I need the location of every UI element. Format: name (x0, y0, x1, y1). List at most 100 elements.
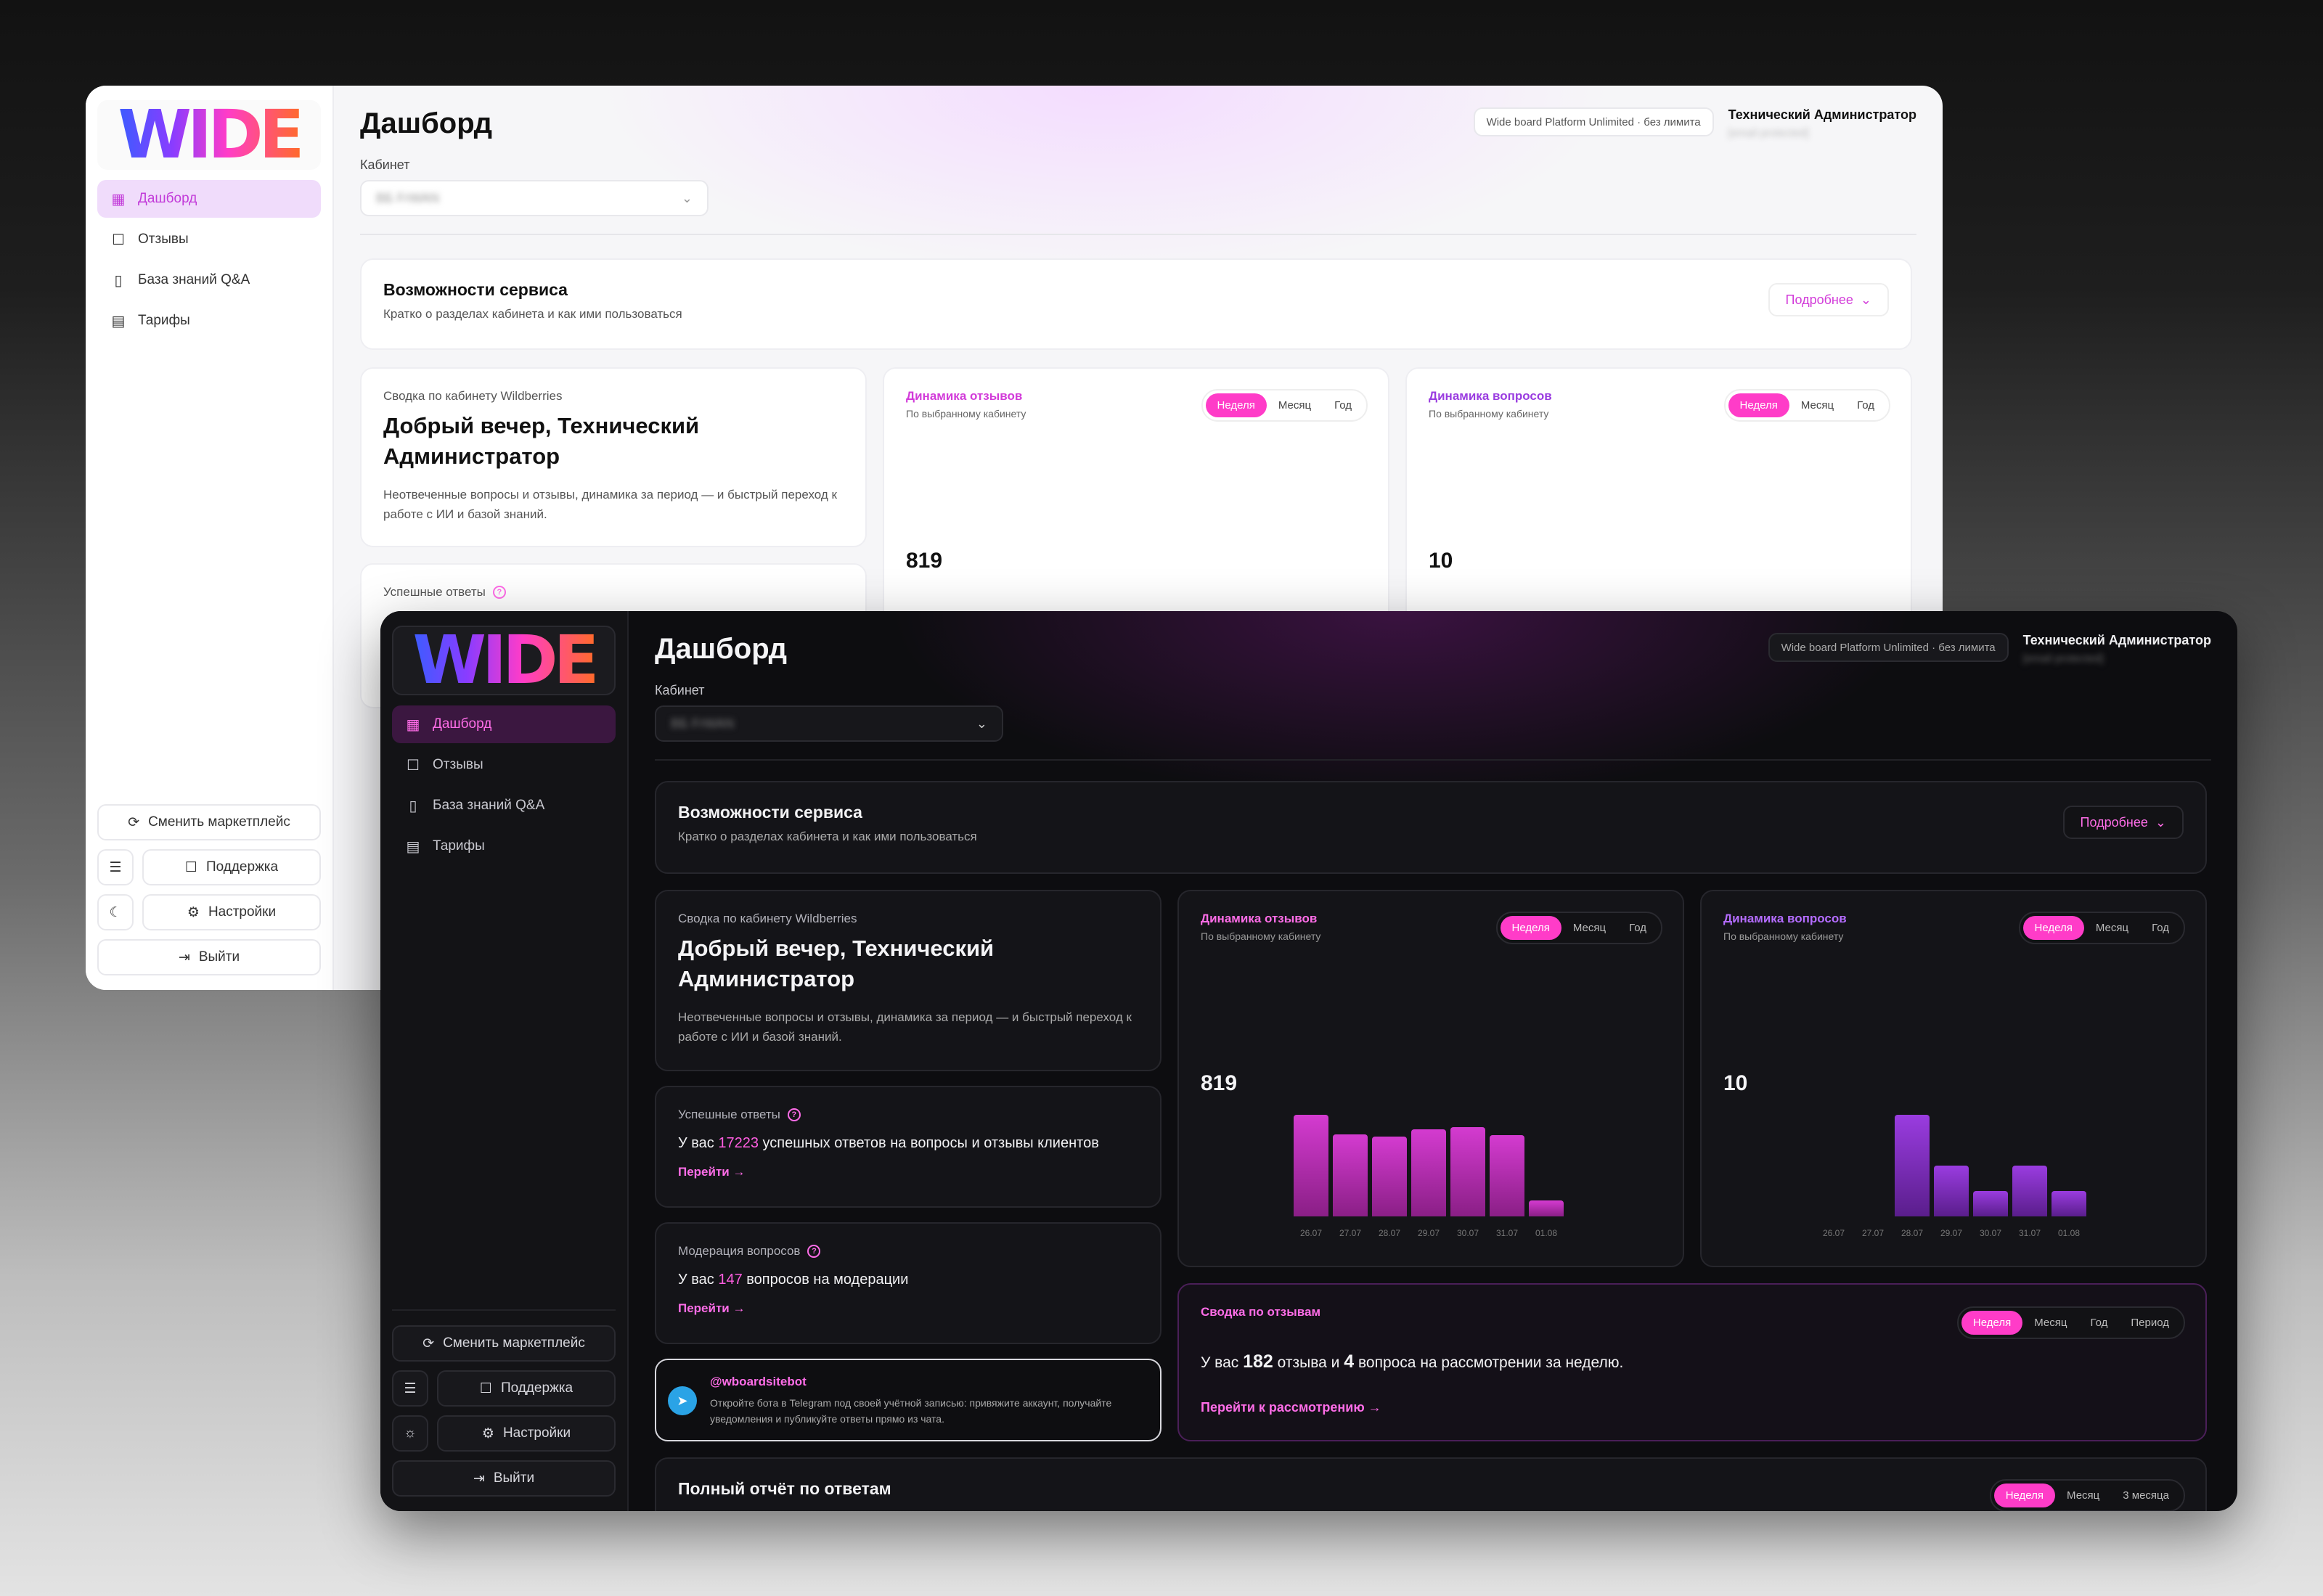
chevron-down-icon: ⌄ (2155, 814, 2166, 830)
reviews-chart-card: Динамика отзывов По выбранному кабинету … (1177, 890, 1684, 1267)
plan-badge: Wide board Platform Unlimited · без лими… (1768, 633, 2009, 662)
switch-marketplace-button[interactable]: ⟳ Сменить маркетплейс (97, 804, 321, 840)
period-switch: Неделя Месяц Год (1495, 912, 1662, 944)
period-week[interactable]: Неделя (1205, 393, 1267, 417)
period-switch: Неделя Месяц Год (1201, 389, 1368, 422)
period-year[interactable]: Год (2140, 916, 2181, 940)
moderation-link[interactable]: Перейти → (678, 1301, 745, 1316)
help-icon[interactable]: ? (787, 1108, 801, 1121)
nav-item-dashboard[interactable]: ▦ Дашборд (97, 180, 321, 218)
success-title: Успешные ответы (383, 585, 486, 599)
nav-item-reviews[interactable]: ☐ Отзывы (97, 221, 321, 258)
settings-button[interactable]: ⚙ Настройки (142, 894, 321, 930)
features-subtitle: Кратко о разделах кабинета и как ими пол… (383, 307, 682, 321)
nav-item-knowledge[interactable]: ▯ База знаний Q&A (97, 261, 321, 299)
chart-bar-01.08[interactable] (2051, 1191, 2086, 1216)
period-month[interactable]: Месяц (1789, 393, 1845, 417)
chevron-down-icon: ⌄ (1860, 292, 1871, 307)
page-title: Дашборд (655, 633, 788, 665)
period-3-months[interactable]: 3 месяца (2111, 1484, 2181, 1507)
period-week[interactable]: Неделя (1500, 916, 1561, 940)
success-text: У вас 17223 успешных ответов на вопросы … (678, 1135, 1099, 1151)
nav-item-tariffs[interactable]: ▤ Тарифы (97, 302, 321, 340)
period-custom[interactable]: Период (2119, 1311, 2181, 1335)
moon-icon: ☾ (109, 904, 122, 920)
full-report-title: Полный отчёт по ответам (678, 1479, 891, 1498)
nav-item-reviews[interactable]: ☐ Отзывы (392, 746, 616, 784)
help-icon[interactable]: ? (807, 1245, 821, 1258)
x-tick-label: 29.07 (1417, 1228, 1440, 1238)
chart-bar-26.07[interactable] (1294, 1115, 1328, 1216)
more-button[interactable]: Подробнее ⌄ (2062, 806, 2184, 839)
chat-icon: ☐ (184, 859, 197, 875)
user-email: [email protected] (1728, 127, 1809, 139)
greeting-caption: Сводка по кабинету Wildberries (678, 912, 857, 925)
success-link[interactable]: Перейти → (678, 1165, 745, 1179)
x-axis-labels: 26.07 27.07 28.07 29.07 30.07 31.07 01.08 (1294, 1228, 1564, 1238)
book-icon: ▯ (114, 272, 123, 289)
period-year[interactable]: Год (1617, 916, 1658, 940)
chart-bar-28.07[interactable] (1895, 1115, 1930, 1216)
summary-link[interactable]: Перейти к рассмотрению → (1201, 1400, 1381, 1415)
support-button[interactable]: ☐ Поддержка (142, 849, 321, 885)
moderation-card: Модерация вопросов? У вас 147 вопросов н… (655, 1222, 1162, 1344)
period-year[interactable]: Год (1845, 393, 1886, 417)
chart-bar-29.07[interactable] (1411, 1129, 1446, 1216)
more-button[interactable]: Подробнее ⌄ (1768, 283, 1889, 316)
logout-button[interactable]: ⇥ Выйти (97, 939, 321, 975)
chat-icon: ☐ (479, 1380, 492, 1396)
cabinet-select[interactable]: ВБ FrWAN ⌄ (360, 180, 709, 216)
chart-bar-27.07[interactable] (1333, 1134, 1368, 1216)
logout-icon: ⇥ (473, 1470, 485, 1486)
chart-bar-31.07[interactable] (1490, 1135, 1524, 1216)
logo[interactable]: WIDE (97, 100, 321, 170)
logo[interactable]: WIDE (392, 626, 616, 695)
logo-text: WIDE (412, 621, 600, 699)
nav-item-dashboard[interactable]: ▦ Дашборд (392, 705, 616, 743)
period-switch: Неделя Месяц Год (1723, 389, 1890, 422)
collapse-button[interactable]: ☰ (97, 849, 134, 885)
period-week[interactable]: Неделя (1993, 1484, 2056, 1507)
sidebar-bottom: ⟳ Сменить маркетплейс ☰ ☐ Поддержка ☾ ⚙ Нас… (97, 790, 321, 975)
chart-bar-29.07[interactable] (1934, 1166, 1969, 1216)
user-name[interactable]: Технический Администратор (2023, 633, 2211, 648)
theme-toggle-button[interactable]: ☼ (392, 1415, 428, 1452)
period-week[interactable]: Неделя (2022, 916, 2084, 940)
x-tick-label: 26.07 (1822, 1228, 1845, 1238)
telegram-handle[interactable]: @wboardsitebot (710, 1375, 1138, 1389)
nav-item-knowledge[interactable]: ▯ База знаний Q&A (392, 787, 616, 824)
cabinet-select[interactable]: ВБ FrWAN ⌄ (655, 705, 1003, 742)
cabinet-value: ВБ FrWAN (376, 190, 440, 205)
period-month[interactable]: Месяц (2084, 916, 2140, 940)
grid-icon: ▦ (406, 716, 420, 733)
period-year[interactable]: Год (2078, 1311, 2119, 1335)
period-month[interactable]: Месяц (1267, 393, 1323, 417)
period-month[interactable]: Месяц (2055, 1484, 2111, 1507)
support-button[interactable]: ☐ Поддержка (437, 1370, 616, 1407)
nav-item-tariffs[interactable]: ▤ Тарифы (392, 827, 616, 865)
chart-bar-30.07[interactable] (1450, 1127, 1485, 1216)
logout-button[interactable]: ⇥ Выйти (392, 1460, 616, 1497)
period-week[interactable]: Неделя (1961, 1311, 2023, 1335)
questions-count: 4 (1344, 1351, 1355, 1372)
features-title: Возможности сервиса (383, 280, 568, 299)
sidebar: WIDE ▦ Дашборд ☐ Отзывы ▯ База знаний Q&… (380, 611, 629, 1511)
telegram-card[interactable]: ➤ @wboardsitebot Откройте бота в Telegra… (655, 1359, 1162, 1441)
x-tick-label: 01.08 (1535, 1228, 1558, 1238)
period-year[interactable]: Год (1323, 393, 1363, 417)
period-week[interactable]: Неделя (1728, 393, 1789, 417)
nav-label: Тарифы (138, 313, 190, 328)
chart-bar-31.07[interactable] (2012, 1166, 2047, 1216)
chart-bar-01.08[interactable] (1529, 1200, 1564, 1216)
chevron-down-icon: ⌄ (976, 716, 987, 731)
theme-toggle-button[interactable]: ☾ (97, 894, 134, 930)
chart-bar-30.07[interactable] (1973, 1191, 2008, 1216)
period-month[interactable]: Месяц (1561, 916, 1617, 940)
help-icon[interactable]: ? (492, 586, 506, 599)
collapse-button[interactable]: ☰ (392, 1370, 428, 1407)
period-month[interactable]: Месяц (2022, 1311, 2078, 1335)
switch-marketplace-button[interactable]: ⟳ Сменить маркетплейс (392, 1325, 616, 1362)
user-name[interactable]: Технический Администратор (1728, 107, 1916, 123)
chart-bar-28.07[interactable] (1372, 1137, 1407, 1216)
settings-button[interactable]: ⚙ Настройки (437, 1415, 616, 1452)
